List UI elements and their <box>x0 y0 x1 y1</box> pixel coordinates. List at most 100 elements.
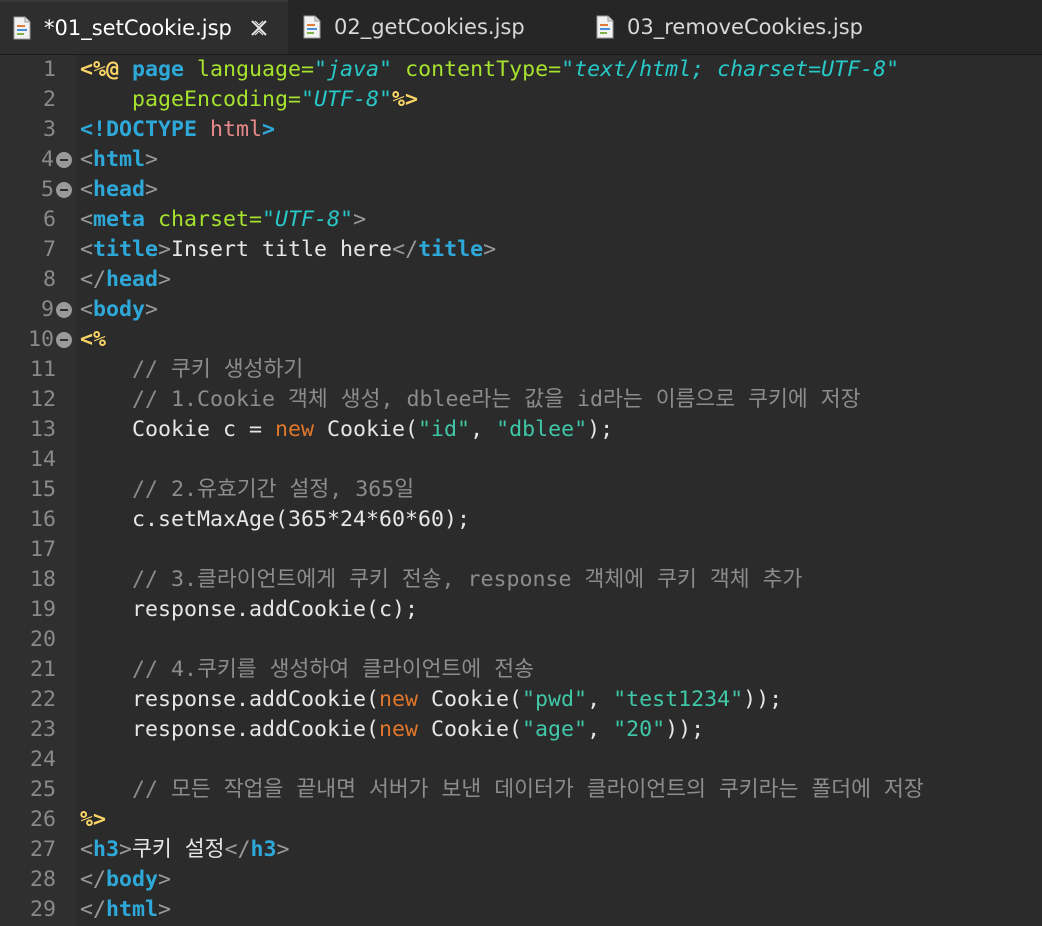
tab-label: *01_setCookie.jsp <box>44 16 232 40</box>
line-number: 11 <box>29 357 56 382</box>
code-token: > <box>158 897 172 922</box>
line-number: 12 <box>29 387 56 412</box>
code-token: Cookie( <box>418 687 523 712</box>
code-token: html <box>106 897 159 922</box>
code-token: "20" <box>613 717 666 742</box>
line-number: 3 <box>42 117 56 142</box>
code-token: , <box>587 717 614 742</box>
fold-minus-icon[interactable] <box>56 152 72 168</box>
code-token: html <box>210 117 263 142</box>
code-editor[interactable]: 1 2 3 4 5 6 7 8 9 10 11 12 13 14 15 16 17 18 19 20 21 22 23 24 2… <box>0 55 1042 926</box>
code-token: h3 <box>93 837 120 862</box>
code-token: contentType= <box>392 57 562 82</box>
code-token: > <box>145 177 159 202</box>
code-token: // 2.유효기간 설정, 365일 <box>132 477 415 502</box>
line-number: 26 <box>29 807 56 832</box>
line-number: 23 <box>29 717 56 742</box>
code-token: %> <box>392 87 419 112</box>
code-token: page <box>132 57 198 82</box>
code-token: < <box>80 297 94 322</box>
code-token: , <box>470 417 497 442</box>
tab-02-getcookies[interactable]: 02_getCookies.jsp <box>290 0 580 54</box>
code-token: charset= <box>145 207 263 232</box>
code-token: pageEncoding= <box>132 87 302 112</box>
code-token: > <box>158 237 172 262</box>
code-token: > <box>158 867 172 892</box>
code-line: // 1.Cookie 객체 생성, dblee라는 값을 id라는 이름으로 … <box>80 385 860 415</box>
fold-minus-icon[interactable] <box>56 332 72 348</box>
code-token: < <box>80 237 94 262</box>
jsp-file-icon <box>13 16 31 40</box>
code-token: "java" <box>314 57 393 82</box>
code-token: > <box>145 147 159 172</box>
tab-label: 02_getCookies.jsp <box>334 15 525 39</box>
tab-03-removecookies[interactable]: 03_removeCookies.jsp <box>583 0 913 54</box>
code-token: Cookie( <box>418 717 523 742</box>
line-number: 8 <box>42 267 56 292</box>
code-token: < <box>80 837 94 862</box>
code-token: > <box>145 297 159 322</box>
code-token: body <box>93 297 146 322</box>
code-token: > <box>158 267 172 292</box>
line-number: 1 <box>42 57 56 82</box>
code-token: "id" <box>418 417 471 442</box>
code-line: response.addCookie(new Cookie("age", "20… <box>80 715 704 745</box>
code-token: , <box>587 687 614 712</box>
code-line: response.addCookie(new Cookie("pwd", "te… <box>80 685 782 715</box>
code-line: // 3.클라이언트에게 쿠키 전송, response 객체에 쿠키 객체 추… <box>80 565 802 595</box>
tab-01-setcookie[interactable]: *01_setCookie.jsp <box>0 0 288 54</box>
code-token: Cookie( <box>314 417 419 442</box>
code-token: "age" <box>522 717 588 742</box>
editor-tab-bar: *01_setCookie.jsp 02_getCookies.jsp 03_r… <box>0 0 1042 55</box>
code-line: <body> <box>80 295 158 325</box>
line-number: 19 <box>29 597 56 622</box>
code-token: > <box>119 837 133 862</box>
jsp-file-icon <box>596 15 614 39</box>
code-token: ); <box>587 417 614 442</box>
code-line: <title>Insert title here</title> <box>80 235 496 265</box>
code-line: <html> <box>80 145 158 175</box>
line-number: 4 <box>40 147 54 172</box>
code-token: "UTF-8" <box>301 87 393 112</box>
code-token: < <box>80 147 94 172</box>
line-number: 17 <box>29 537 56 562</box>
line-number: 2 <box>42 87 56 112</box>
code-line: </html> <box>80 895 171 925</box>
code-line: %> <box>80 805 106 835</box>
code-line: </body> <box>80 865 171 895</box>
code-token: title <box>93 237 159 262</box>
code-line: c.setMaxAge(365*24*60*60); <box>80 505 470 535</box>
code-text-area[interactable]: <%@ page language="java" contentType="te… <box>80 55 1042 926</box>
code-line: <h3>쿠키 설정</h3> <box>80 835 290 865</box>
code-token: title <box>418 237 484 262</box>
code-line: // 모든 작업을 끝내면 서버가 보낸 데이터가 클라이언트의 쿠키라는 폴더… <box>80 775 924 805</box>
line-number: 27 <box>29 837 56 862</box>
code-line: // 2.유효기간 설정, 365일 <box>80 475 414 505</box>
code-token: "dblee" <box>496 417 588 442</box>
code-token: // 쿠키 생성하기 <box>132 357 304 382</box>
code-token: <!DOCTYPE <box>80 117 211 142</box>
code-token: response.addCookie( <box>80 687 380 712</box>
line-number: 22 <box>29 687 56 712</box>
fold-minus-icon[interactable] <box>56 302 72 318</box>
code-token: // 4.쿠키를 생성하여 클라이언트에 전송 <box>132 657 535 682</box>
line-number: 15 <box>29 477 56 502</box>
code-token: meta <box>93 207 146 232</box>
code-token: "text/html; charset=UTF-8" <box>561 57 900 82</box>
code-line: Cookie c = new Cookie("id", "dblee"); <box>80 415 613 445</box>
code-token: %> <box>80 807 107 832</box>
code-token: Insert title here <box>171 237 393 262</box>
line-number: 24 <box>29 747 56 772</box>
code-token: <% <box>80 327 107 352</box>
close-icon[interactable] <box>248 17 270 39</box>
fold-minus-icon[interactable] <box>56 182 72 198</box>
code-token: </ <box>80 267 107 292</box>
code-token: language= <box>197 57 315 82</box>
code-token: response.addCookie(c); <box>80 597 419 622</box>
code-token: "UTF-8" <box>262 207 354 232</box>
